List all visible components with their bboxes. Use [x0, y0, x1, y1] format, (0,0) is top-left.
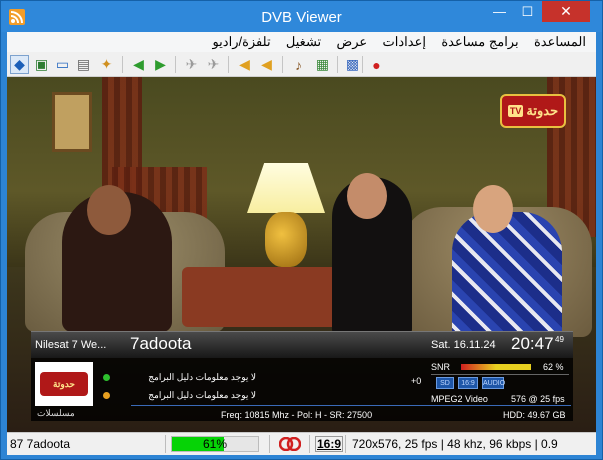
osd-seconds: 49 — [555, 335, 564, 344]
volume-up-button[interactable]: ◀ — [257, 55, 276, 74]
epg-now-text: لا يوجد معلومات دليل البرامج — [148, 372, 256, 382]
epg-next-dot-icon — [103, 392, 110, 399]
picture-button[interactable]: ▣ — [32, 55, 51, 74]
snr-divider — [431, 374, 569, 375]
menu-view[interactable]: عرض — [331, 32, 374, 52]
teletext-icon: ▤ — [76, 56, 91, 72]
toolbar-separator — [228, 56, 229, 73]
status-separator — [345, 435, 346, 453]
snr-value: 62 % — [543, 362, 564, 372]
osd-logo-text: حدوتة — [40, 372, 88, 396]
prev-channel-button[interactable]: ✈ — [182, 55, 201, 74]
menu-playback[interactable]: تشغيل — [280, 32, 327, 52]
close-button[interactable]: ✕ — [542, 1, 590, 22]
signal-strength-bar: 61% — [171, 436, 259, 452]
scene-man-head — [87, 185, 131, 235]
record-button[interactable]: ● — [367, 55, 386, 74]
osd-tuning-info: Freq: 10815 Mhz - Pol: H - SR: 27500 — [221, 410, 373, 420]
window-icon: ▭ — [55, 56, 70, 72]
osd-button[interactable]: ◆ — [10, 55, 29, 74]
scene-woman-blue — [452, 212, 562, 342]
signal-strength-text: 61% — [202, 437, 228, 451]
menu-tv-radio[interactable]: تلفزة/راديو — [206, 32, 276, 52]
osd-panel: Nilesat 7 We... 7adoota Sat. 16.11.24 20… — [31, 331, 573, 421]
volume-up-icon: ◀ — [261, 56, 272, 72]
audio-track-button[interactable]: ♪ — [289, 55, 308, 74]
badge-sd: SD — [436, 377, 454, 389]
title-bar: DVB Viewer — ☐ ✕ — [1, 1, 602, 32]
prev-channel-icon: ✈ — [185, 56, 198, 72]
osd-resolution: 576 @ 25 fps — [511, 394, 565, 404]
audio-track-icon: ♪ — [295, 56, 302, 73]
toolbar-separator — [282, 56, 283, 73]
osd-divider — [131, 405, 571, 406]
badge-aspect: 16:9 — [458, 377, 478, 389]
app-window: DVB Viewer — ☐ ✕ المساعدة برامج مساعدة إ… — [0, 0, 603, 460]
maximize-button[interactable]: ☐ — [514, 1, 541, 22]
forward-icon: ▶ — [155, 56, 166, 72]
menu-bar: المساعدة برامج مساعدة إعدادات عرض تشغيل … — [7, 32, 596, 52]
picture-icon: ▣ — [34, 56, 49, 72]
osd-hdd-space: HDD: 49.67 GB — [503, 410, 566, 420]
scene-woman-black-head — [347, 173, 387, 219]
video-area[interactable]: TV حدوتة Nilesat 7 We... 7adoota Sat. 16… — [7, 77, 596, 432]
osd-time: 20:47 — [511, 334, 554, 353]
toolbar: ◆ ▣ ▭ ▤ ✦ ◀ ▶ ✈ ✈ ◀ ◀ ♪ ▦ ▩ ● — [7, 52, 596, 77]
status-separator — [165, 435, 166, 453]
osd-footer-text: مسلسلات — [37, 408, 75, 418]
channel-logo-tv-tag: TV — [507, 105, 524, 117]
toolbar-separator — [362, 56, 363, 73]
osd-video-format: MPEG2 Video — [431, 394, 488, 404]
osd-channel-name: 7adoota — [130, 334, 192, 353]
back-icon: ◀ — [133, 56, 144, 72]
snapshot-icon: ▦ — [315, 56, 330, 72]
toolbar-separator — [175, 56, 176, 73]
dolby-audio-icon — [279, 437, 301, 451]
menu-utilities[interactable]: برامج مساعدة — [435, 32, 524, 52]
aspect-ratio-indicator[interactable]: 16:9 — [315, 436, 344, 452]
toolbar-separator — [337, 56, 338, 73]
osd-date: Sat. 16.11.24 — [431, 339, 496, 351]
back-button[interactable]: ◀ — [129, 55, 148, 74]
osd-channel-logo: حدوتة — [35, 362, 93, 406]
scene-woman-blue-head — [473, 185, 513, 233]
menu-settings[interactable]: إعدادات — [377, 32, 432, 52]
snapshot-button[interactable]: ▦ — [313, 55, 332, 74]
status-stream-info: 720x576, 25 fps | 48 khz, 96 kbps | 0.9 — [352, 437, 558, 451]
toolbar-separator — [122, 56, 123, 73]
volume-down-icon: ◀ — [239, 56, 250, 72]
scene-lamp-base — [265, 212, 307, 267]
channel-logo-overlay: TV حدوتة — [500, 94, 566, 128]
status-bar: 87 7adoota 61% 16:9 720x576, 25 fps | 48… — [7, 432, 596, 455]
status-separator — [309, 435, 310, 453]
status-separator — [269, 435, 270, 453]
scene-picture-frame — [52, 92, 92, 152]
volume-down-button[interactable]: ◀ — [235, 55, 254, 74]
osd-icon: ◆ — [14, 56, 25, 72]
osd-satellite: Nilesat 7 We... — [35, 339, 107, 351]
snr-label: SNR — [431, 362, 451, 372]
channel-logo-text: حدوتة — [526, 103, 559, 118]
favorites-icon: ✦ — [100, 56, 113, 72]
minimize-button[interactable]: — — [486, 1, 513, 22]
window-button[interactable]: ▭ — [53, 55, 72, 74]
next-channel-button[interactable]: ✈ — [204, 55, 223, 74]
snr-bar — [461, 364, 531, 370]
menu-help[interactable]: المساعدة — [528, 32, 592, 52]
epg-next-text: لا يوجد معلومات دليل البرامج — [148, 390, 256, 400]
forward-button[interactable]: ▶ — [151, 55, 170, 74]
epg-button[interactable]: ▩ — [343, 55, 362, 74]
next-channel-icon: ✈ — [207, 56, 220, 72]
epg-icon: ▩ — [345, 56, 360, 72]
record-icon: ● — [372, 56, 381, 73]
osd-time-offset: +0 — [411, 376, 422, 386]
epg-now-dot-icon — [103, 374, 110, 381]
teletext-button[interactable]: ▤ — [74, 55, 93, 74]
badge-audio: AUDIO — [482, 377, 505, 389]
status-channel: 87 7adoota — [10, 437, 71, 451]
favorites-button[interactable]: ✦ — [97, 55, 116, 74]
